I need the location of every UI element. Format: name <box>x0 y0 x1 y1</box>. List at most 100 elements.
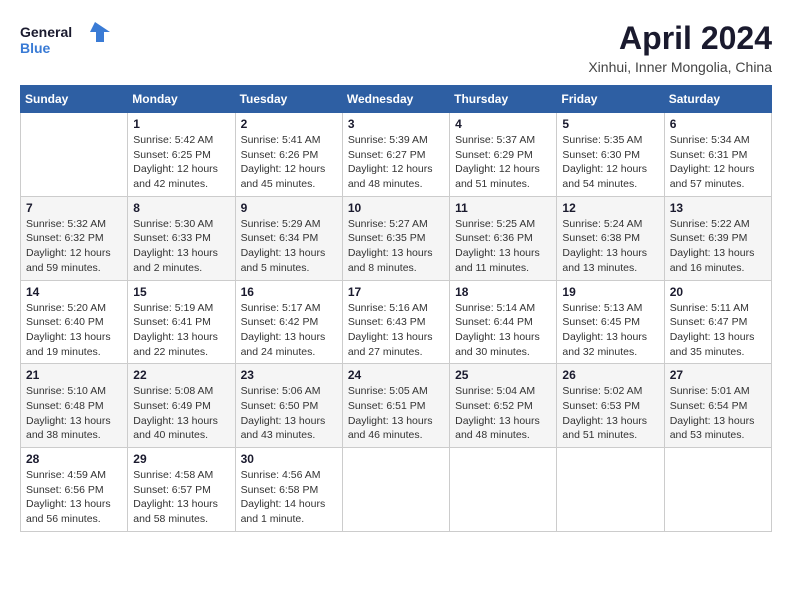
day-info: Sunrise: 5:20 AMSunset: 6:40 PMDaylight:… <box>26 301 122 360</box>
calendar-cell: 5 Sunrise: 5:35 AMSunset: 6:30 PMDaylight… <box>557 113 664 197</box>
calendar-cell: 27 Sunrise: 5:01 AMSunset: 6:54 PMDayligh… <box>664 364 771 448</box>
day-number: 13 <box>670 201 766 215</box>
calendar-cell: 30 Sunrise: 4:56 AMSunset: 6:58 PMDayligh… <box>235 448 342 532</box>
weekday-header-row: SundayMondayTuesdayWednesdayThursdayFrid… <box>21 86 772 113</box>
calendar-cell: 3Sunrise: 5:39 AMSunset: 6:27 PMDaylight… <box>342 113 449 197</box>
day-number: 14 <box>26 285 122 299</box>
day-number: 22 <box>133 368 229 382</box>
day-number: 5 <box>562 117 658 131</box>
day-number: 26 <box>562 368 658 382</box>
day-info: Sunrise: 5:06 AMSunset: 6:50 PMDaylight:… <box>241 384 337 443</box>
calendar-cell: 26 Sunrise: 5:02 AMSunset: 6:53 PMDayligh… <box>557 364 664 448</box>
calendar-cell: 15Sunrise: 5:19 AMSunset: 6:41 PMDayligh… <box>128 280 235 364</box>
day-info: Sunrise: 5:11 AMSunset: 6:47 PMDaylight:… <box>670 301 766 360</box>
svg-text:Blue: Blue <box>20 40 51 56</box>
day-number: 18 <box>455 285 551 299</box>
title-section: April 2024 Xinhui, Inner Mongolia, China <box>588 20 772 75</box>
day-info: Sunrise: 5:17 AMSunset: 6:42 PMDaylight:… <box>241 301 337 360</box>
calendar-cell: 7Sunrise: 5:32 AMSunset: 6:32 PMDaylight… <box>21 196 128 280</box>
day-number: 12 <box>562 201 658 215</box>
day-number: 21 <box>26 368 122 382</box>
day-number: 11 <box>455 201 551 215</box>
day-info: Sunrise: 5:41 AMSunset: 6:26 PMDaylight:… <box>241 133 337 192</box>
week-row-4: 21 Sunrise: 5:10 AMSunset: 6:48 PMDayligh… <box>21 364 772 448</box>
weekday-header-tuesday: Tuesday <box>235 86 342 113</box>
day-number: 2 <box>241 117 337 131</box>
calendar-cell: 13 Sunrise: 5:22 AMSunset: 6:39 PMDayligh… <box>664 196 771 280</box>
day-number: 16 <box>241 285 337 299</box>
calendar-cell <box>21 113 128 197</box>
day-number: 23 <box>241 368 337 382</box>
calendar-cell: 14 Sunrise: 5:20 AMSunset: 6:40 PMDayligh… <box>21 280 128 364</box>
day-number: 25 <box>455 368 551 382</box>
day-info: Sunrise: 5:39 AMSunset: 6:27 PMDaylight:… <box>348 133 444 192</box>
calendar-cell: 29 Sunrise: 4:58 AMSunset: 6:57 PMDayligh… <box>128 448 235 532</box>
day-number: 1 <box>133 117 229 131</box>
day-info: Sunrise: 5:10 AMSunset: 6:48 PMDaylight:… <box>26 384 122 443</box>
day-info: Sunrise: 5:42 AMSunset: 6:25 PMDaylight:… <box>133 133 229 192</box>
day-info: Sunrise: 5:22 AMSunset: 6:39 PMDaylight:… <box>670 217 766 276</box>
day-number: 27 <box>670 368 766 382</box>
day-info: Sunrise: 4:58 AMSunset: 6:57 PMDaylight:… <box>133 468 229 527</box>
calendar-cell <box>342 448 449 532</box>
day-info: Sunrise: 5:29 AMSunset: 6:34 PMDaylight:… <box>241 217 337 276</box>
logo-svg: General Blue <box>20 20 110 60</box>
calendar-cell: 24 Sunrise: 5:05 AMSunset: 6:51 PMDayligh… <box>342 364 449 448</box>
calendar-cell: 4 Sunrise: 5:37 AMSunset: 6:29 PMDaylight… <box>450 113 557 197</box>
calendar-cell: 25 Sunrise: 5:04 AMSunset: 6:52 PMDayligh… <box>450 364 557 448</box>
day-info: Sunrise: 5:04 AMSunset: 6:52 PMDaylight:… <box>455 384 551 443</box>
week-row-2: 7Sunrise: 5:32 AMSunset: 6:32 PMDaylight… <box>21 196 772 280</box>
calendar-cell: 2 Sunrise: 5:41 AMSunset: 6:26 PMDaylight… <box>235 113 342 197</box>
calendar-cell: 21 Sunrise: 5:10 AMSunset: 6:48 PMDayligh… <box>21 364 128 448</box>
logo: General Blue <box>20 20 110 60</box>
day-number: 6 <box>670 117 766 131</box>
weekday-header-saturday: Saturday <box>664 86 771 113</box>
day-info: Sunrise: 5:02 AMSunset: 6:53 PMDaylight:… <box>562 384 658 443</box>
day-number: 24 <box>348 368 444 382</box>
page-header: General Blue April 2024 Xinhui, Inner Mo… <box>20 20 772 75</box>
calendar-cell: 22 Sunrise: 5:08 AMSunset: 6:49 PMDayligh… <box>128 364 235 448</box>
calendar-cell <box>664 448 771 532</box>
calendar-cell: 20 Sunrise: 5:11 AMSunset: 6:47 PMDayligh… <box>664 280 771 364</box>
day-info: Sunrise: 4:56 AMSunset: 6:58 PMDaylight:… <box>241 468 337 527</box>
day-info: Sunrise: 5:32 AMSunset: 6:32 PMDaylight:… <box>26 217 122 276</box>
week-row-3: 14 Sunrise: 5:20 AMSunset: 6:40 PMDayligh… <box>21 280 772 364</box>
calendar-cell: 23 Sunrise: 5:06 AMSunset: 6:50 PMDayligh… <box>235 364 342 448</box>
day-info: Sunrise: 5:34 AMSunset: 6:31 PMDaylight:… <box>670 133 766 192</box>
calendar-cell: 18Sunrise: 5:14 AMSunset: 6:44 PMDayligh… <box>450 280 557 364</box>
calendar-cell <box>450 448 557 532</box>
day-info: Sunrise: 5:24 AMSunset: 6:38 PMDaylight:… <box>562 217 658 276</box>
calendar-table: SundayMondayTuesdayWednesdayThursdayFrid… <box>20 85 772 532</box>
calendar-cell: 9 Sunrise: 5:29 AMSunset: 6:34 PMDaylight… <box>235 196 342 280</box>
day-number: 28 <box>26 452 122 466</box>
day-info: Sunrise: 5:08 AMSunset: 6:49 PMDaylight:… <box>133 384 229 443</box>
day-number: 17 <box>348 285 444 299</box>
month-title: April 2024 <box>588 20 772 57</box>
calendar-cell <box>557 448 664 532</box>
calendar-cell: 8Sunrise: 5:30 AMSunset: 6:33 PMDaylight… <box>128 196 235 280</box>
calendar-cell: 12 Sunrise: 5:24 AMSunset: 6:38 PMDayligh… <box>557 196 664 280</box>
calendar-cell: 19 Sunrise: 5:13 AMSunset: 6:45 PMDayligh… <box>557 280 664 364</box>
weekday-header-monday: Monday <box>128 86 235 113</box>
day-info: Sunrise: 5:16 AMSunset: 6:43 PMDaylight:… <box>348 301 444 360</box>
calendar-cell: 6 Sunrise: 5:34 AMSunset: 6:31 PMDaylight… <box>664 113 771 197</box>
day-info: Sunrise: 5:35 AMSunset: 6:30 PMDaylight:… <box>562 133 658 192</box>
day-number: 4 <box>455 117 551 131</box>
day-info: Sunrise: 5:13 AMSunset: 6:45 PMDaylight:… <box>562 301 658 360</box>
week-row-5: 28Sunrise: 4:59 AMSunset: 6:56 PMDayligh… <box>21 448 772 532</box>
day-number: 9 <box>241 201 337 215</box>
day-number: 20 <box>670 285 766 299</box>
day-number: 10 <box>348 201 444 215</box>
day-number: 29 <box>133 452 229 466</box>
day-number: 30 <box>241 452 337 466</box>
day-number: 19 <box>562 285 658 299</box>
day-info: Sunrise: 5:25 AMSunset: 6:36 PMDaylight:… <box>455 217 551 276</box>
calendar-cell: 16 Sunrise: 5:17 AMSunset: 6:42 PMDayligh… <box>235 280 342 364</box>
day-info: Sunrise: 5:27 AMSunset: 6:35 PMDaylight:… <box>348 217 444 276</box>
calendar-cell: 10 Sunrise: 5:27 AMSunset: 6:35 PMDayligh… <box>342 196 449 280</box>
day-info: Sunrise: 5:05 AMSunset: 6:51 PMDaylight:… <box>348 384 444 443</box>
calendar-cell: 1 Sunrise: 5:42 AMSunset: 6:25 PMDaylight… <box>128 113 235 197</box>
day-info: Sunrise: 5:01 AMSunset: 6:54 PMDaylight:… <box>670 384 766 443</box>
weekday-header-friday: Friday <box>557 86 664 113</box>
day-info: Sunrise: 5:37 AMSunset: 6:29 PMDaylight:… <box>455 133 551 192</box>
